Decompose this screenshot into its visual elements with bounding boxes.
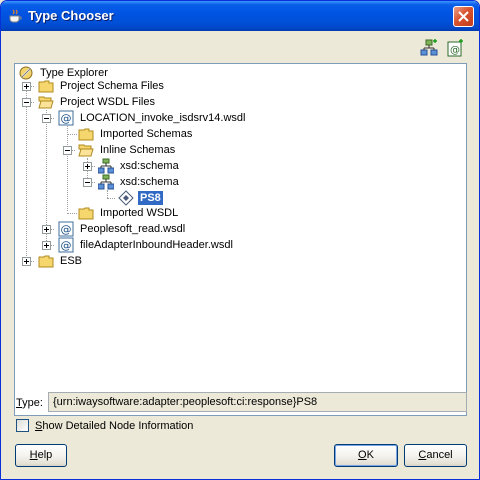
collapse-toggle[interactable]	[83, 178, 92, 187]
folder-open-icon	[38, 96, 54, 109]
tree-row-location-wsdl[interactable]: @ LOCATION_invoke_isdsrv14.wsdl	[58, 110, 247, 126]
tree-label: ESB	[60, 255, 83, 267]
type-explorer-tree[interactable]: Type Explorer Project Schema Files Proje…	[14, 63, 467, 416]
svg-text:@: @	[61, 112, 72, 125]
tree-row-peoplesoft-read-wsdl[interactable]: @ Peoplesoft_read.wsdl	[58, 221, 187, 237]
folder-icon	[78, 128, 94, 141]
show-detailed-node-info-option[interactable]: Show Detailed Node Information	[16, 419, 193, 432]
expand-toggle[interactable]	[83, 162, 92, 171]
tree-label: Peoplesoft_read.wsdl	[80, 223, 186, 235]
folder-open-icon	[78, 144, 94, 157]
expand-toggle[interactable]	[22, 257, 31, 266]
folder-icon	[38, 80, 54, 93]
checkbox-label: Show Detailed Node Information	[35, 419, 194, 432]
tree-row-ps8[interactable]: PS8	[118, 190, 164, 206]
expand-toggle[interactable]	[22, 82, 31, 91]
expand-toggle[interactable]	[42, 225, 51, 234]
tree-label: LOCATION_invoke_isdsrv14.wsdl	[80, 112, 246, 124]
wsdl-file-icon: @	[58, 110, 74, 126]
expand-toggle[interactable]	[42, 241, 51, 250]
tree-row-file-adapter-wsdl[interactable]: @ fileAdapterInboundHeader.wsdl	[58, 237, 235, 253]
tree-label: Project WSDL Files	[60, 96, 155, 108]
tree-label-selected: PS8	[137, 190, 164, 206]
collapse-toggle[interactable]	[63, 146, 72, 155]
dialog-body: @ Type Explorer Project Schema Files Pro…	[4, 31, 476, 478]
type-chooser-dialog: Type Chooser @ Type Explorer Project Sch…	[0, 0, 480, 480]
ok-button[interactable]: OK	[334, 444, 398, 467]
tree-label: Project Schema Files	[60, 80, 164, 92]
tree-row-project-schema-files[interactable]: Project Schema Files	[38, 78, 166, 94]
tree-row-xsd-schema-2[interactable]: xsd:schema	[98, 174, 181, 190]
schema-icon	[98, 158, 114, 174]
tree-row-xsd-schema-1[interactable]: xsd:schema	[98, 158, 181, 174]
type-field[interactable]: {urn:iwaysoftware:adapter:peoplesoft:ci:…	[48, 392, 467, 412]
help-button[interactable]: Help	[15, 444, 67, 467]
tree-label: Inline Schemas	[100, 144, 176, 156]
folder-icon	[38, 255, 54, 268]
dialog-title: Type Chooser	[28, 8, 114, 23]
show-detailed-node-info-checkbox[interactable]	[16, 419, 29, 432]
tree-label: Imported WSDL	[100, 207, 179, 219]
add-wsdl-icon[interactable]: @	[446, 39, 464, 57]
tree-row-inline-schemas[interactable]: Inline Schemas	[78, 142, 177, 158]
collapse-toggle[interactable]	[22, 98, 31, 107]
tree-row-imported-schemas[interactable]: Imported Schemas	[78, 126, 194, 142]
java-cup-icon	[9, 9, 22, 23]
wsdl-file-icon: @	[58, 221, 74, 237]
tree-label: fileAdapterInboundHeader.wsdl	[80, 239, 233, 251]
cancel-button[interactable]: Cancel	[404, 444, 467, 467]
add-schema-icon[interactable]	[420, 39, 438, 57]
folder-icon	[78, 207, 94, 220]
svg-text:@: @	[61, 239, 72, 252]
collapse-toggle[interactable]	[42, 114, 51, 123]
tree-label: xsd:schema	[120, 176, 179, 188]
title-bar[interactable]: Type Chooser	[1, 1, 479, 31]
tree-row-project-wsdl-files[interactable]: Project WSDL Files	[38, 94, 157, 110]
element-icon	[118, 190, 134, 206]
tree-label: xsd:schema	[120, 160, 179, 172]
svg-text:@: @	[61, 223, 72, 236]
type-label: Type:	[16, 397, 43, 409]
schema-icon	[98, 174, 114, 190]
tree-row-esb[interactable]: ESB	[38, 253, 84, 269]
wsdl-file-icon: @	[58, 237, 74, 253]
tree-row-imported-wsdl[interactable]: Imported WSDL	[78, 205, 180, 221]
type-explorer-icon	[19, 66, 33, 80]
tree-label: Imported Schemas	[100, 128, 193, 140]
close-icon	[458, 11, 469, 22]
close-button[interactable]	[453, 6, 474, 27]
svg-text:@: @	[450, 45, 460, 56]
